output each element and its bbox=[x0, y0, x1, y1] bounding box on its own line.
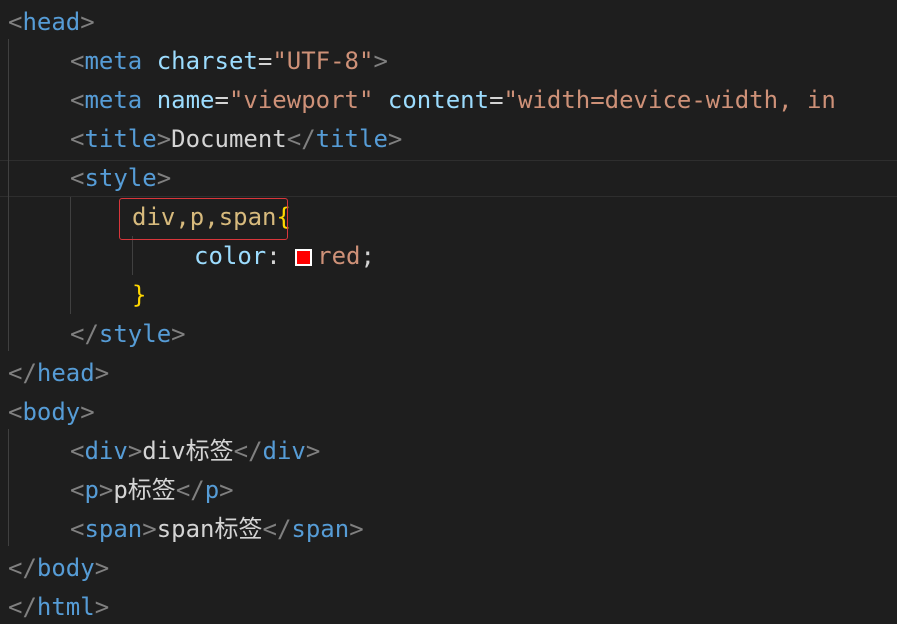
token-text: = bbox=[489, 86, 504, 114]
code-line[interactable]: <meta charset="UTF-8"> bbox=[70, 42, 388, 81]
token-punct: > bbox=[387, 125, 403, 153]
token-punct: > bbox=[156, 164, 172, 192]
code-line[interactable]: <meta name="viewport" content="width=dev… bbox=[70, 81, 836, 120]
indent-guide bbox=[8, 39, 9, 351]
token-str: "UTF-8" bbox=[272, 47, 374, 75]
code-line[interactable]: <span>span标签</span> bbox=[70, 510, 364, 549]
code-line[interactable]: <body> bbox=[8, 393, 95, 432]
token-tag: html bbox=[36, 593, 95, 621]
token-punct: < bbox=[70, 86, 85, 114]
token-punct: > bbox=[156, 125, 172, 153]
token-tag: meta bbox=[84, 47, 143, 75]
token-punct: > bbox=[171, 320, 186, 348]
token-punct: </ bbox=[233, 437, 263, 465]
code-line[interactable]: <title>Document</title> bbox=[70, 120, 402, 159]
code-line[interactable]: </body> bbox=[8, 549, 109, 588]
token-tag: head bbox=[22, 8, 81, 36]
code-editor[interactable]: <head> <meta charset="UTF-8"> <meta name… bbox=[0, 0, 897, 624]
token-str: "width=device-width, in bbox=[503, 86, 836, 114]
token-brace: } bbox=[132, 281, 147, 309]
code-line[interactable]: </style> bbox=[70, 315, 186, 354]
token-punct: < bbox=[8, 8, 23, 36]
token-punct: </ bbox=[8, 359, 37, 387]
token-tag: p bbox=[84, 476, 99, 504]
token-punct: < bbox=[8, 398, 23, 426]
token-punct: < bbox=[70, 437, 85, 465]
indent-guide bbox=[8, 429, 9, 546]
token-tag: style bbox=[98, 320, 172, 348]
token-attr: charset bbox=[156, 47, 258, 75]
token-punct: </ bbox=[175, 476, 205, 504]
code-line[interactable]: <head> bbox=[8, 3, 95, 42]
token-text: p标签 bbox=[113, 476, 176, 504]
token-text: Document bbox=[171, 125, 287, 153]
token-tag: body bbox=[22, 398, 81, 426]
token-punct: > bbox=[94, 554, 110, 582]
token-tag: div bbox=[262, 437, 306, 465]
code-line[interactable]: <div>div标签</div> bbox=[70, 432, 320, 471]
token-tag: span bbox=[84, 515, 143, 543]
code-line[interactable]: color: red; bbox=[194, 237, 375, 276]
token-tag: div bbox=[84, 437, 128, 465]
token-punct: </ bbox=[262, 515, 292, 543]
indent-guide bbox=[132, 236, 133, 275]
token-punct: < bbox=[70, 476, 85, 504]
code-line[interactable]: <style> bbox=[70, 159, 171, 198]
token-text: = bbox=[257, 47, 273, 75]
token-punct: > bbox=[80, 8, 95, 36]
token-punct: > bbox=[94, 359, 110, 387]
token-punct: </ bbox=[70, 320, 99, 348]
token-str: red bbox=[317, 242, 361, 270]
token-punct: < bbox=[70, 47, 85, 75]
token-tag: title bbox=[84, 125, 157, 153]
code-line[interactable]: <p>p标签</p> bbox=[70, 471, 234, 510]
token-punct: > bbox=[98, 476, 114, 504]
code-line[interactable]: } bbox=[132, 276, 146, 315]
token-punct: < bbox=[70, 515, 85, 543]
code-line[interactable]: </head> bbox=[8, 354, 109, 393]
token-tag: head bbox=[36, 359, 95, 387]
code-line[interactable]: </html> bbox=[8, 588, 109, 624]
token-prop: color bbox=[194, 242, 267, 270]
token-tag: title bbox=[315, 125, 388, 153]
token-punct: > bbox=[373, 47, 388, 75]
token-punct: > bbox=[305, 437, 321, 465]
token-str: "viewport" bbox=[228, 86, 374, 114]
token-tag: span bbox=[291, 515, 350, 543]
indent-guide bbox=[70, 197, 71, 314]
token-tag: p bbox=[204, 476, 220, 504]
token-attr: name bbox=[156, 86, 215, 114]
token-attr: content bbox=[387, 86, 490, 114]
token-punct: > bbox=[219, 476, 234, 504]
token-punct: < bbox=[70, 125, 85, 153]
token-punct: </ bbox=[8, 554, 37, 582]
token-punct: </ bbox=[8, 593, 37, 621]
token-text: div标签 bbox=[142, 437, 234, 465]
token-tag: style bbox=[84, 164, 157, 192]
selector-highlight-box bbox=[119, 198, 288, 240]
token-text: span标签 bbox=[156, 515, 263, 543]
token-tag: meta bbox=[84, 86, 143, 114]
token-punct: </ bbox=[286, 125, 316, 153]
token-punct: > bbox=[349, 515, 364, 543]
token-punct: > bbox=[127, 437, 143, 465]
token-punct: > bbox=[80, 398, 95, 426]
token-punct: > bbox=[142, 515, 157, 543]
token-punct: < bbox=[70, 164, 85, 192]
token-text: : bbox=[266, 242, 296, 270]
color-swatch-icon[interactable] bbox=[295, 249, 313, 266]
token-punct: > bbox=[94, 593, 110, 621]
token-tag: body bbox=[36, 554, 95, 582]
token-text: = bbox=[214, 86, 229, 114]
token-text: ; bbox=[360, 242, 375, 270]
